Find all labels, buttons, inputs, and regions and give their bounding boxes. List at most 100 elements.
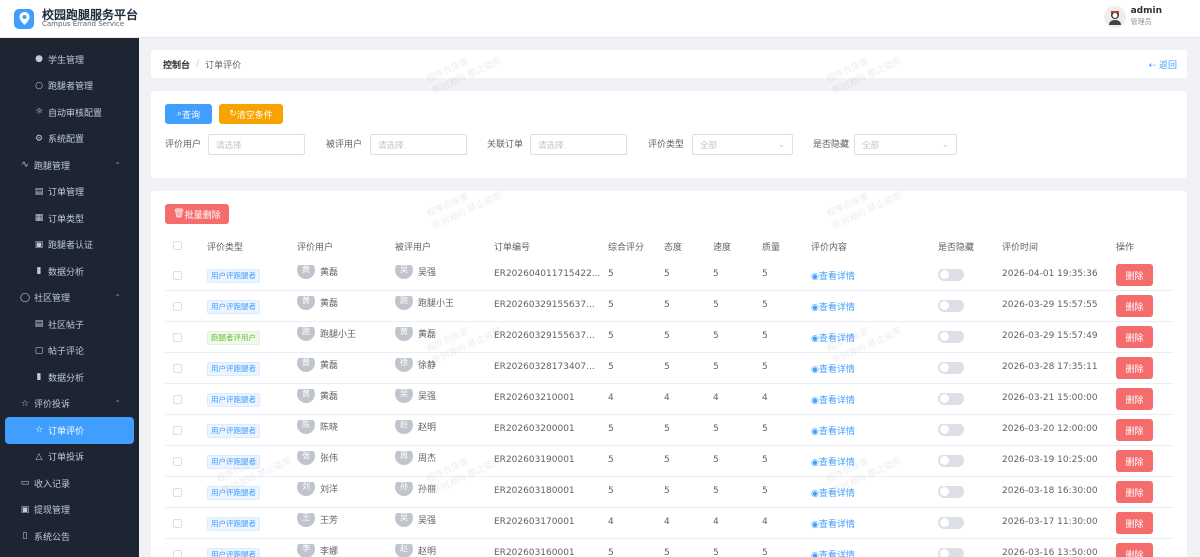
overall-score: 5 <box>608 548 614 557</box>
user-avatar[interactable] <box>1103 6 1126 28</box>
speed-score: 4 <box>713 517 719 527</box>
view-details-link[interactable]: ◉查看详情 <box>811 486 855 499</box>
quality-score: 5 <box>762 269 768 279</box>
view-details-link[interactable]: ◉查看详情 <box>811 548 855 557</box>
select-all-checkbox[interactable] <box>173 241 182 250</box>
sidebar-item-label: 数据分析 <box>48 373 85 384</box>
row-checkbox[interactable] <box>173 302 182 311</box>
row-checkbox[interactable] <box>173 333 182 342</box>
hidden-toggle[interactable] <box>938 269 964 281</box>
back-link[interactable]: ⇠ 返回 <box>1149 58 1177 71</box>
review-time: 2026-03-18 16:30:00 <box>1002 486 1098 496</box>
view-details-link[interactable]: ◉查看详情 <box>811 517 855 530</box>
sidebar-item[interactable]: ▤ 社区帖子 <box>0 311 139 338</box>
overall-score: 5 <box>608 455 614 465</box>
sidebar-item[interactable]: ▯ 系统公告 <box>0 523 139 550</box>
sidebar-item[interactable]: ○ 跑腿者管理 <box>0 73 139 100</box>
table-row: 用户评跑腿者 黄黄磊 吴吴强 ER202604011715422... 5 5 5 5 ◉查看详… <box>165 260 1173 291</box>
settings-icon: ⚙ <box>34 133 44 144</box>
delete-button[interactable]: 删除 <box>1116 450 1153 472</box>
sidebar-item[interactable]: ▣ 提现管理 <box>0 497 139 524</box>
hidden-toggle[interactable] <box>938 393 964 405</box>
order-number: ER202603190001 <box>494 455 575 465</box>
delete-button[interactable]: 删除 <box>1116 388 1153 410</box>
row-checkbox[interactable] <box>173 426 182 435</box>
row-checkbox[interactable] <box>173 395 182 404</box>
hidden-toggle[interactable] <box>938 486 964 498</box>
query-button[interactable]: ⌕ 查询 <box>165 104 212 124</box>
clear-filters-button[interactable]: ↻ 清空条件 <box>219 104 283 124</box>
eye-icon: ◉ <box>811 427 819 437</box>
delete-button[interactable]: 删除 <box>1116 295 1153 317</box>
row-checkbox[interactable] <box>173 488 182 497</box>
view-details-label: 查看详情 <box>818 458 855 468</box>
hidden-select[interactable]: 全部 ⌄ <box>854 134 957 155</box>
app-logo-text: 校园跑腿服务平台 Campus Errand Service <box>42 8 138 29</box>
hidden-toggle[interactable] <box>938 424 964 436</box>
batch-delete-button[interactable]: 🗑︎ 批量删除 <box>165 204 229 224</box>
review-type-tag: 用户评跑腿者 <box>207 424 260 438</box>
sidebar-item[interactable]: ▭ 收入记录 <box>0 470 139 497</box>
row-checkbox[interactable] <box>173 271 182 280</box>
user-menu[interactable]: admin 管理员 <box>1103 6 1162 28</box>
sidebar-item[interactable]: ▮ 数据分析 <box>0 364 139 391</box>
row-checkbox[interactable] <box>173 364 182 373</box>
sidebar-item[interactable]: △ 订单投诉 <box>0 444 139 471</box>
hidden-toggle[interactable] <box>938 517 964 529</box>
delete-button[interactable]: 删除 <box>1116 543 1153 557</box>
hidden-toggle[interactable] <box>938 300 964 312</box>
delete-button[interactable]: 删除 <box>1116 419 1153 441</box>
hidden-toggle[interactable] <box>938 331 964 343</box>
order-select[interactable]: 请选择 <box>530 134 627 155</box>
sidebar-item[interactable]: ◯ 社区管理 ⌃ <box>0 285 139 312</box>
delete-button[interactable]: 删除 <box>1116 481 1153 503</box>
sidebar-item[interactable]: ▢ 帖子评论 <box>0 338 139 365</box>
sidebar-item[interactable]: ☼ 自动审核配置 <box>0 99 139 126</box>
sidebar-item[interactable]: ☆ 订单评价 <box>5 417 134 444</box>
breadcrumb-home[interactable]: 控制台 <box>163 58 190 71</box>
eye-icon: ◉ <box>811 489 819 499</box>
view-details-link[interactable]: ◉查看详情 <box>811 331 855 344</box>
delete-button[interactable]: 删除 <box>1116 264 1153 286</box>
sidebar-item[interactable]: ● 学生管理 <box>0 46 139 73</box>
hidden-toggle[interactable] <box>938 362 964 374</box>
view-details-label: 查看详情 <box>818 489 855 499</box>
sidebar-item[interactable]: ⚙ 系统配置 <box>0 126 139 153</box>
view-details-link[interactable]: ◉查看详情 <box>811 393 855 406</box>
sidebar-item[interactable]: ▤ 订单管理 <box>0 179 139 206</box>
speed-score: 5 <box>713 424 719 434</box>
delete-button[interactable]: 删除 <box>1116 357 1153 379</box>
row-checkbox[interactable] <box>173 519 182 528</box>
review-type-select[interactable]: 全部 ⌄ <box>692 134 793 155</box>
sidebar-item[interactable]: ▦ 订单类型 <box>0 205 139 232</box>
delete-button[interactable]: 删除 <box>1116 326 1153 348</box>
attitude-score: 5 <box>664 424 670 434</box>
hidden-toggle[interactable] <box>938 455 964 467</box>
delete-button[interactable]: 删除 <box>1116 512 1153 534</box>
row-checkbox[interactable] <box>173 550 182 557</box>
column-header: 是否隐藏 <box>938 243 975 253</box>
star-icon: ☆ <box>20 398 30 409</box>
sidebar-item[interactable]: ∿ 跑腿管理 ⌃ <box>0 152 139 179</box>
reviewee-select-placeholder: 请选择 <box>378 140 404 151</box>
view-details-link[interactable]: ◉查看详情 <box>811 300 855 313</box>
sidebar-item[interactable]: ▣ 跑腿者认证 <box>0 232 139 259</box>
user-name[interactable]: admin <box>1131 6 1162 17</box>
row-checkbox[interactable] <box>173 457 182 466</box>
view-details-link[interactable]: ◉查看详情 <box>811 362 855 375</box>
view-details-link[interactable]: ◉查看详情 <box>811 269 855 282</box>
view-details-link[interactable]: ◉查看详情 <box>811 424 855 437</box>
reviewee-select[interactable]: 请选择 <box>370 134 467 155</box>
reviewer-select[interactable]: 请选择 <box>208 134 305 155</box>
eye-icon: ◉ <box>811 551 819 557</box>
hidden-toggle[interactable] <box>938 548 964 557</box>
filter-panel: ⌕ 查询 ↻ 清空条件 评价用户 请选择 被评用户 请选择 关联订单 请选择 评价类… <box>151 91 1187 178</box>
table-row: 用户评跑腿者 王王芳 吴吴强 ER202603170001 4 4 4 4 ◉查看详情 2026-… <box>165 508 1173 539</box>
sidebar-item[interactable]: ☆ 评价投诉 ⌃ <box>0 391 139 418</box>
view-details-link[interactable]: ◉查看详情 <box>811 455 855 468</box>
reviewee-name: 赵明 <box>418 547 437 557</box>
reviewer-name: 黄磊 <box>320 392 339 402</box>
sidebar-item[interactable]: ▮ 数据分析 <box>0 258 139 285</box>
table-header: 评价类型 评价用户 被评用户 订单编号 综合评分 态度 速度 质量 评价内容 是否隐藏 评价时间 操作 <box>165 238 1173 258</box>
reviewee-name: 吴强 <box>418 392 437 402</box>
